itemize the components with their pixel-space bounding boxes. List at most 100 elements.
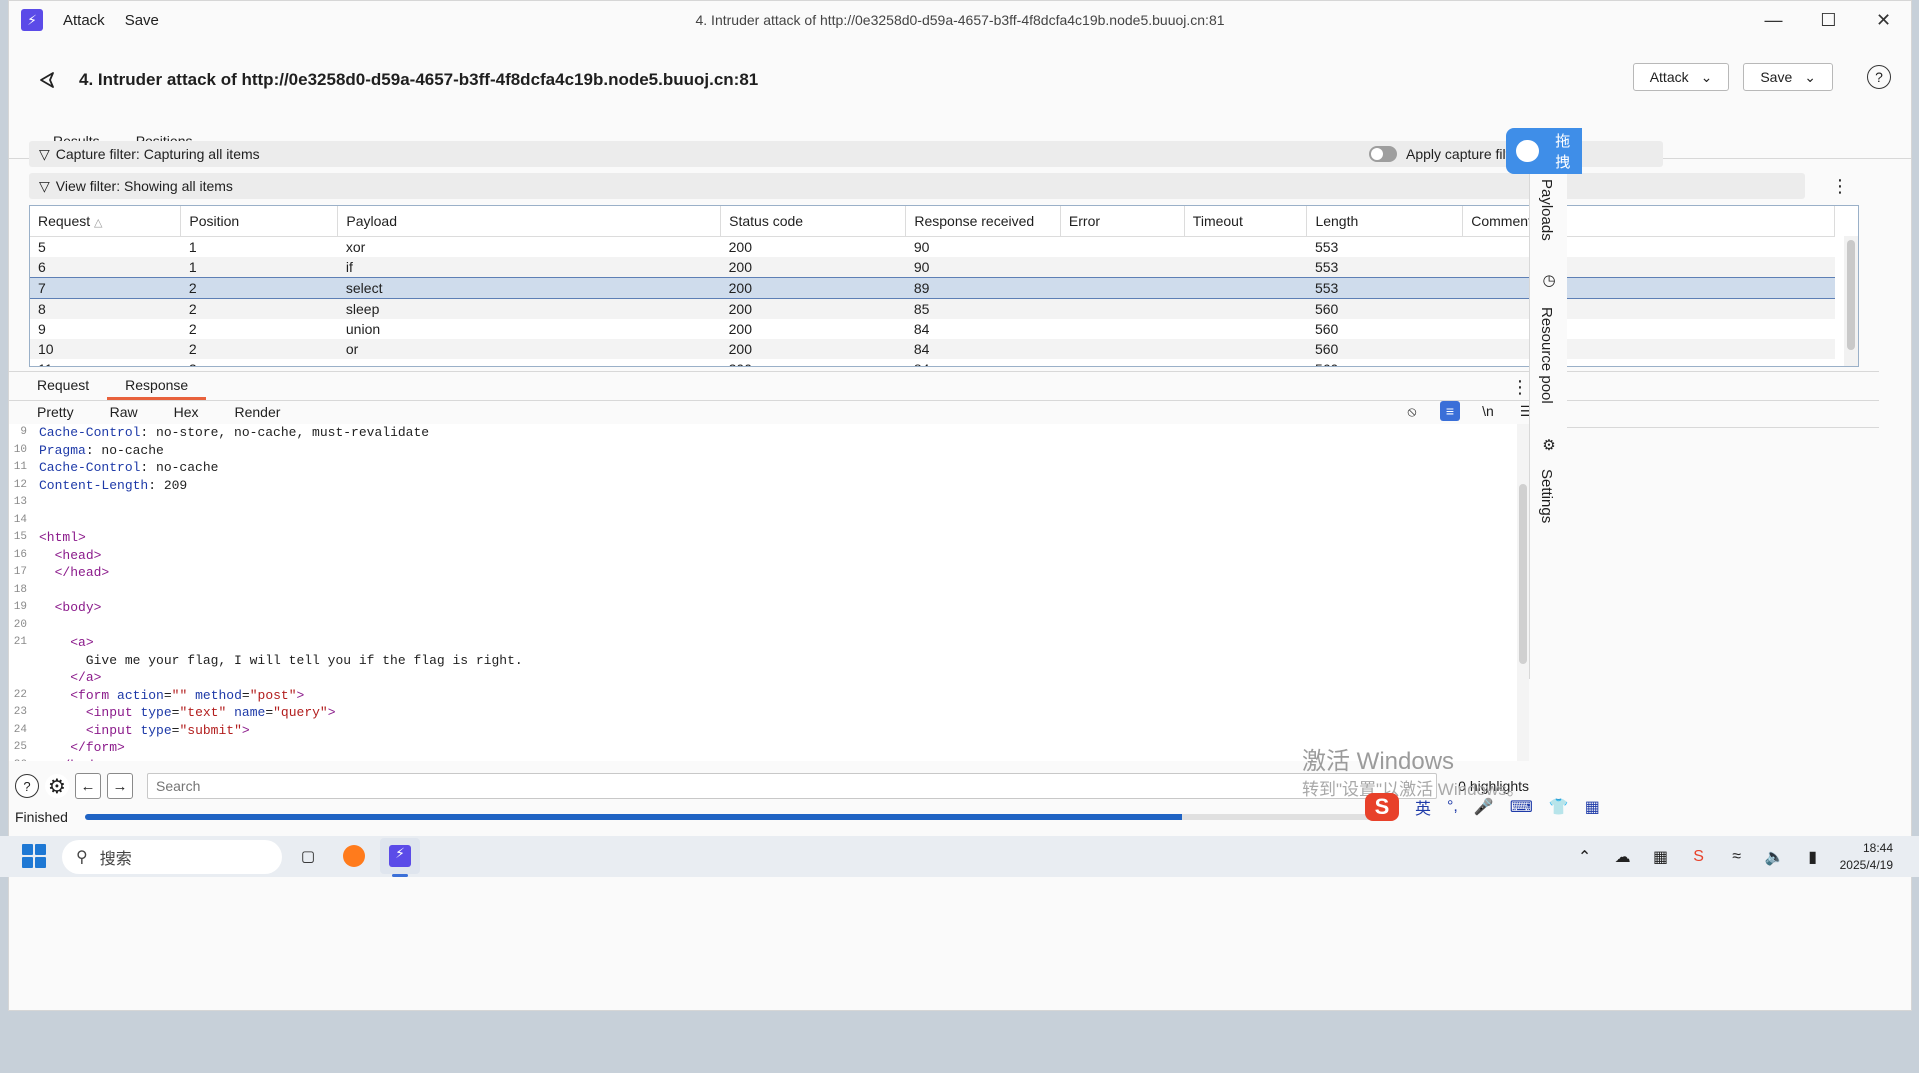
side-tab-settings[interactable]: Settings xyxy=(1538,469,1555,523)
table-cell: 560 xyxy=(1306,338,1463,359)
search-input[interactable] xyxy=(147,773,1437,799)
keyboard-icon[interactable]: ⌨ xyxy=(1510,797,1533,817)
code-line: 14 xyxy=(9,512,1529,530)
wifi-icon[interactable]: ≈ xyxy=(1726,846,1748,868)
col-error[interactable]: Error xyxy=(1060,206,1185,237)
table-cell xyxy=(1184,276,1307,299)
ime-language[interactable]: 英 xyxy=(1415,795,1431,819)
taskbar-search[interactable]: ⚲ 搜索 xyxy=(62,840,282,874)
task-view-icon[interactable]: ▢ xyxy=(288,838,328,874)
burp-suite-taskbar-icon[interactable]: ⚡ xyxy=(380,838,420,877)
battery-icon[interactable]: ▮ xyxy=(1802,846,1824,868)
menu-save[interactable]: Save xyxy=(125,12,159,29)
apply-capture-filter-toggle[interactable] xyxy=(1369,146,1397,162)
firefox-icon[interactable] xyxy=(334,838,374,874)
microphone-icon[interactable]: 🎤 xyxy=(1474,797,1494,817)
table-cell xyxy=(1462,338,1835,359)
col-request[interactable]: Request △ xyxy=(30,206,182,237)
col-status-code[interactable]: Status code xyxy=(720,206,907,237)
code-text: <input type="submit"> xyxy=(85,722,250,738)
tab-response[interactable]: Response xyxy=(107,377,207,400)
table-cell xyxy=(1462,256,1835,277)
table-cell: 200 xyxy=(720,338,906,359)
cloud-sync-icon[interactable]: ☁ xyxy=(1612,846,1634,868)
clock[interactable]: 18:44 2025/4/19 xyxy=(1840,840,1893,874)
table-cell: 200 xyxy=(728,320,752,337)
code-line: 20 xyxy=(9,617,1529,635)
table-cell xyxy=(1184,359,1307,367)
table-cell: union xyxy=(345,320,381,337)
code-line: 26 </body> xyxy=(9,757,1529,762)
table-cell xyxy=(1463,236,1835,257)
window-controls: — ☐ ✕ xyxy=(1746,1,1911,39)
toolbox-icon[interactable]: ▦ xyxy=(1585,797,1600,817)
sogou-ime-icon[interactable]: S xyxy=(1365,793,1399,821)
app-tray-icon[interactable]: ▦ xyxy=(1650,846,1672,868)
line-number: 9 xyxy=(20,426,27,438)
hide-nonprintable-icon[interactable]: ⦸ xyxy=(1402,401,1422,421)
table-cell: 90 xyxy=(905,256,1061,277)
response-editor[interactable]: 9 Cache-Control: no-store, no-cache, must… xyxy=(9,424,1529,761)
table-cell: 2 xyxy=(180,276,338,299)
col-comment[interactable]: Comment xyxy=(1462,206,1835,237)
gear-icon[interactable]: ⚙ xyxy=(45,774,69,798)
code-text: Cache-Control: no-store, no-cache, must-… xyxy=(39,425,430,440)
table-cell: 560 xyxy=(1314,320,1339,337)
line-number: 24 xyxy=(13,723,27,736)
code-line: 17 </head> xyxy=(9,564,1529,582)
side-tab-payloads[interactable]: Payloads xyxy=(1538,179,1555,241)
previous-arrow-icon[interactable]: ← xyxy=(75,773,101,799)
table-scrollbar[interactable] xyxy=(1844,236,1858,366)
table-cell xyxy=(1463,319,1835,339)
help-icon[interactable]: ? xyxy=(1867,65,1891,89)
table-cell: 200 xyxy=(720,298,906,319)
maximize-icon[interactable]: ☐ xyxy=(1801,1,1856,39)
next-arrow-icon[interactable]: → xyxy=(107,773,133,799)
sogou-tray-icon[interactable]: S xyxy=(1688,846,1710,868)
wrap-lines-icon[interactable]: ≡ xyxy=(1440,401,1460,421)
col-timeout[interactable]: Timeout xyxy=(1184,206,1308,237)
code-text: Give me your flag, I will tell you if th… xyxy=(39,652,523,668)
skin-icon[interactable]: 👕 xyxy=(1549,797,1569,817)
newline-icon[interactable]: \n xyxy=(1478,401,1498,421)
windows-start-icon[interactable] xyxy=(22,844,46,868)
side-tab-resource-pool[interactable]: Resource pool xyxy=(1538,307,1555,404)
minimize-icon[interactable]: — xyxy=(1746,1,1801,39)
save-dropdown-button[interactable]: Save ⌄ xyxy=(1743,63,1833,91)
code-line: 12 Content-Length: 209 xyxy=(9,477,1529,495)
editor-toolbar: ⦸ ≡ \n ☰ xyxy=(1402,401,1536,421)
gear-icon[interactable]: ⚙ xyxy=(1538,434,1560,456)
table-cell xyxy=(1184,319,1307,339)
clock-icon[interactable]: ◷ xyxy=(1538,269,1560,291)
code-text: </body> xyxy=(33,757,110,762)
col-length[interactable]: Length xyxy=(1306,206,1464,237)
back-arrow-icon[interactable] xyxy=(33,66,61,94)
editor-scrollbar[interactable] xyxy=(1517,424,1529,761)
cloud-drive-widget[interactable]: 拖拽 xyxy=(1506,128,1582,174)
chevron-up-icon[interactable]: ⌃ xyxy=(1574,846,1596,868)
attack-dropdown-button[interactable]: Attack ⌄ xyxy=(1632,63,1730,91)
code-line: 22 <form action="" method="post"> xyxy=(9,687,1529,705)
window-title: 4. Intruder attack of http://0e3258d0-d5… xyxy=(695,12,1225,28)
line-number: 10 xyxy=(13,443,27,456)
line-number xyxy=(9,652,33,670)
col-response-received[interactable]: Response received xyxy=(905,206,1061,237)
tab-request[interactable]: Request xyxy=(19,377,107,400)
code-line: 15 <html> xyxy=(9,529,1529,547)
table-cell: 5 xyxy=(38,238,46,255)
volume-icon[interactable]: 🔈 xyxy=(1764,846,1786,868)
punctuation-icon[interactable]: °, xyxy=(1447,798,1458,816)
menu-attack[interactable]: Attack xyxy=(63,12,105,29)
save-button-label: Save xyxy=(1760,69,1793,85)
cloud-icon xyxy=(1516,140,1540,162)
help-icon[interactable]: ? xyxy=(15,774,39,798)
close-icon[interactable]: ✕ xyxy=(1856,1,1911,39)
line-number: 16 xyxy=(13,548,27,561)
clock-date: 2025/4/19 xyxy=(1839,857,1893,872)
pane-more-options-icon[interactable]: ⋮ xyxy=(1511,377,1529,398)
col-payload[interactable]: Payload xyxy=(337,206,722,237)
col-position[interactable]: Position xyxy=(180,206,339,237)
more-options-icon[interactable]: ⋮ xyxy=(1831,176,1849,197)
